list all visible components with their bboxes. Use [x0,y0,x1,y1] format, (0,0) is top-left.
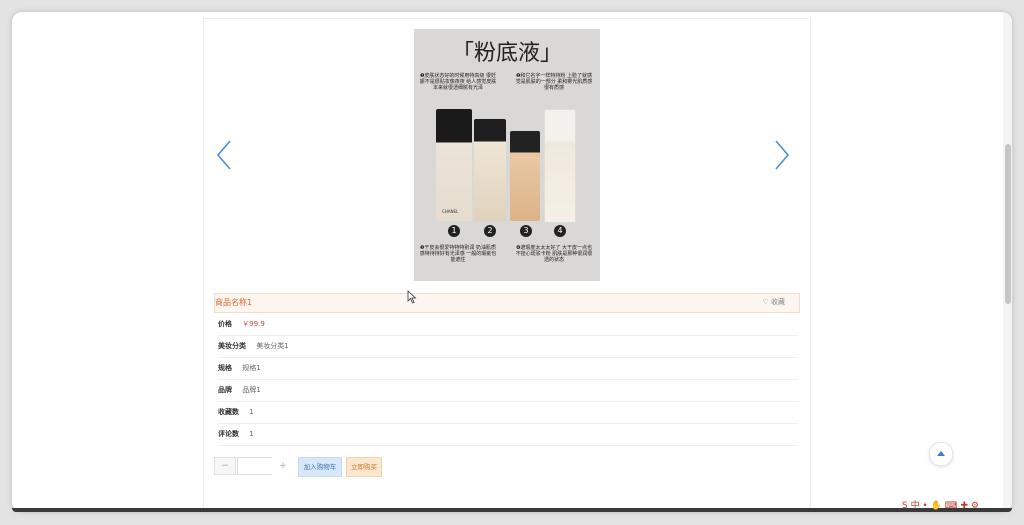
attribute-value: 美妆分类1 [256,342,289,350]
buy-now-button[interactable]: 立即购买 [346,457,382,477]
attribute-row-favorites: 收藏数 1 [218,402,798,424]
add-to-cart-button[interactable]: 加入购物车 [298,457,342,477]
product-detail-page: 「粉底液」 ❶皮肤状态好的时候用特高级 很妊娠不是很贴妆像夜夜 给人感觉皮肤本来… [203,18,811,512]
attribute-row-comments: 评论数 1 [218,424,798,446]
attribute-label: 价格 [218,320,232,328]
favorite-button[interactable]: ♡ 收藏 [762,297,785,307]
carousel-prev-button[interactable] [212,137,236,173]
number-badge-2: 2 [484,225,496,237]
bottle-3 [510,131,540,221]
scrollbar-thumb[interactable] [1005,144,1011,304]
attribute-row-spec: 规格 规格1 [218,358,798,380]
bottle-4 [544,109,576,223]
image-note-2: ❷和它名字一样特持粉 上脸了就感觉是肌肤的一部分 柔和雾光肌质感很有质感 [515,73,593,91]
quantity-increase-button[interactable]: + [272,457,294,475]
mouse-cursor-icon [407,290,417,304]
product-name: 商品名称1 [215,298,253,307]
ime-toolbar[interactable]: S 中 • ✋ ⌨ ✚ ⚙ [902,498,1002,512]
bottle-1 [436,109,472,221]
scrollbar-track[interactable] [1003,12,1012,512]
quantity-decrease-button[interactable]: − [214,457,236,475]
chevron-left-icon [216,140,231,170]
image-title: 「粉底液」 [451,41,562,66]
attribute-label: 收藏数 [218,408,239,416]
price-value: ￥99.9 [242,320,265,328]
product-image: 「粉底液」 ❶皮肤状态好的时候用特高级 很妊娠不是很贴妆像夜夜 给人感觉皮肤本来… [414,29,600,281]
attribute-value: 1 [249,408,254,416]
number-badge-1: 1 [448,225,460,237]
attribute-value: 品牌1 [242,386,261,394]
attribute-label: 规格 [218,364,232,372]
carousel-next-button[interactable] [770,137,794,173]
browser-window: 「粉底液」 ❶皮肤状态好的时候用特高级 很妊娠不是很贴妆像夜夜 给人感觉皮肤本来… [12,12,1012,512]
window-bottom-edge [12,508,1012,512]
bottle-2 [474,119,506,221]
brand-label: CHANEL [442,209,459,214]
quantity-input[interactable] [237,457,273,475]
caret-up-icon [937,451,945,456]
number-badge-4: 4 [554,225,566,237]
product-title-bar: 商品名称1 ♡ 收藏 [214,293,800,313]
attribute-value: 1 [249,430,254,438]
image-note-1: ❶皮肤状态好的时候用特高级 很妊娠不是很贴妆像夜夜 给人感觉皮肤本来就很透细腻有… [419,73,497,91]
chevron-right-icon [775,140,790,170]
number-badge-3: 3 [520,225,532,237]
attribute-label: 评论数 [218,430,239,438]
attribute-label: 美妆分类 [218,342,246,350]
attribute-row-brand: 品牌 品牌1 [218,380,798,402]
image-note-4: ❹遮瑕度太太太好了 大干皮一点也不担心斑驳卡粉 肌肤是那种很润很透的状态 [515,245,593,263]
image-note-3: ❸干皮会很爱特特特别润 奶油肌质感特持持好有光泽感 一般的瑕疵也能遮住 [419,245,497,263]
attribute-row-category: 美妆分类 美妆分类1 [218,336,798,358]
attribute-value: 规格1 [242,364,261,372]
image-carousel: 「粉底液」 ❶皮肤状态好的时候用特高级 很妊娠不是很贴妆像夜夜 给人感觉皮肤本来… [204,19,810,289]
back-to-top-button[interactable] [929,442,953,466]
attribute-label: 品牌 [218,386,232,394]
attribute-row-price: 价格 ￥99.9 [218,314,798,336]
